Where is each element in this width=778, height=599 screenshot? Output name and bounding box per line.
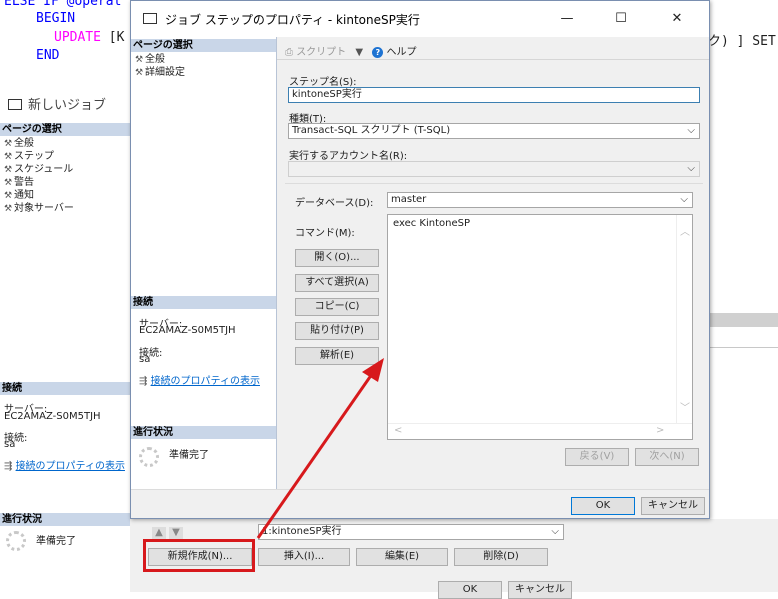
annotation-arrow (256, 358, 384, 539)
arrow-head (362, 358, 384, 382)
arrow-shaft (256, 373, 374, 539)
